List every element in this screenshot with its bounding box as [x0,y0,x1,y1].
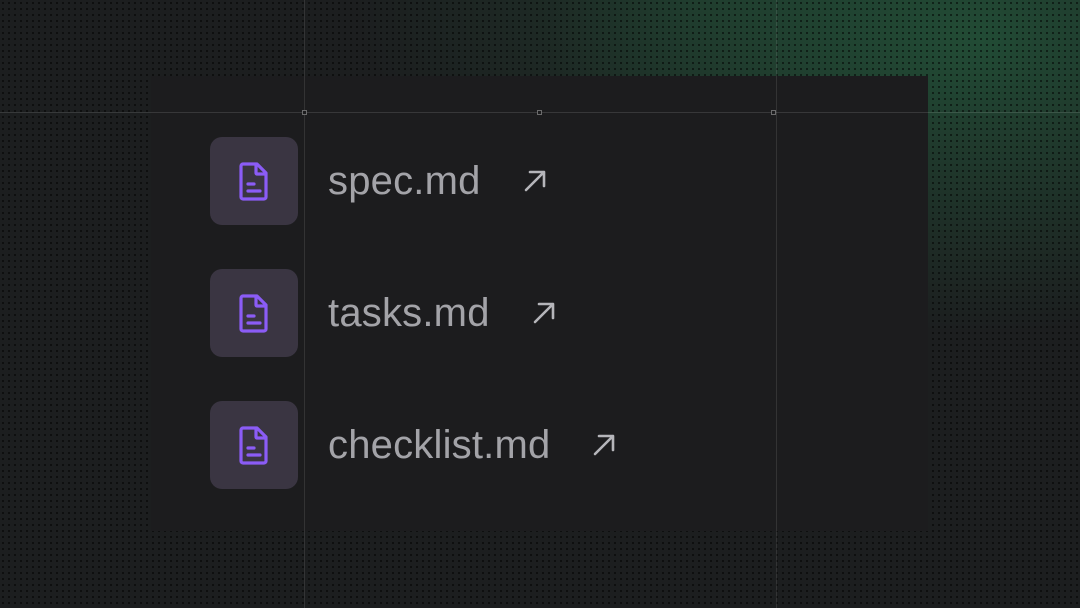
selection-handle-left[interactable] [302,110,307,115]
selection-handle-center[interactable] [537,110,542,115]
file-link-tasks[interactable]: tasks.md [210,269,620,357]
file-link-spec[interactable]: spec.md [210,137,620,225]
arrow-up-right-icon[interactable] [519,165,551,197]
file-name[interactable]: checklist.md [328,423,550,468]
file-name[interactable]: spec.md [328,159,481,204]
file-icon-tile [210,137,298,225]
arrow-up-right-icon[interactable] [528,297,560,329]
canvas: spec.md tasks.md checklist.md [0,0,1080,608]
document-icon [239,426,268,465]
file-link-checklist[interactable]: checklist.md [210,401,620,489]
file-name[interactable]: tasks.md [328,291,490,336]
arrow-up-right-icon[interactable] [588,429,620,461]
selection-handle-right[interactable] [771,110,776,115]
selection-guide-right [776,0,777,608]
file-icon-tile [210,401,298,489]
file-icon-tile [210,269,298,357]
file-list: spec.md tasks.md checklist.md [210,137,620,533]
document-icon [239,162,268,201]
document-icon [239,294,268,333]
